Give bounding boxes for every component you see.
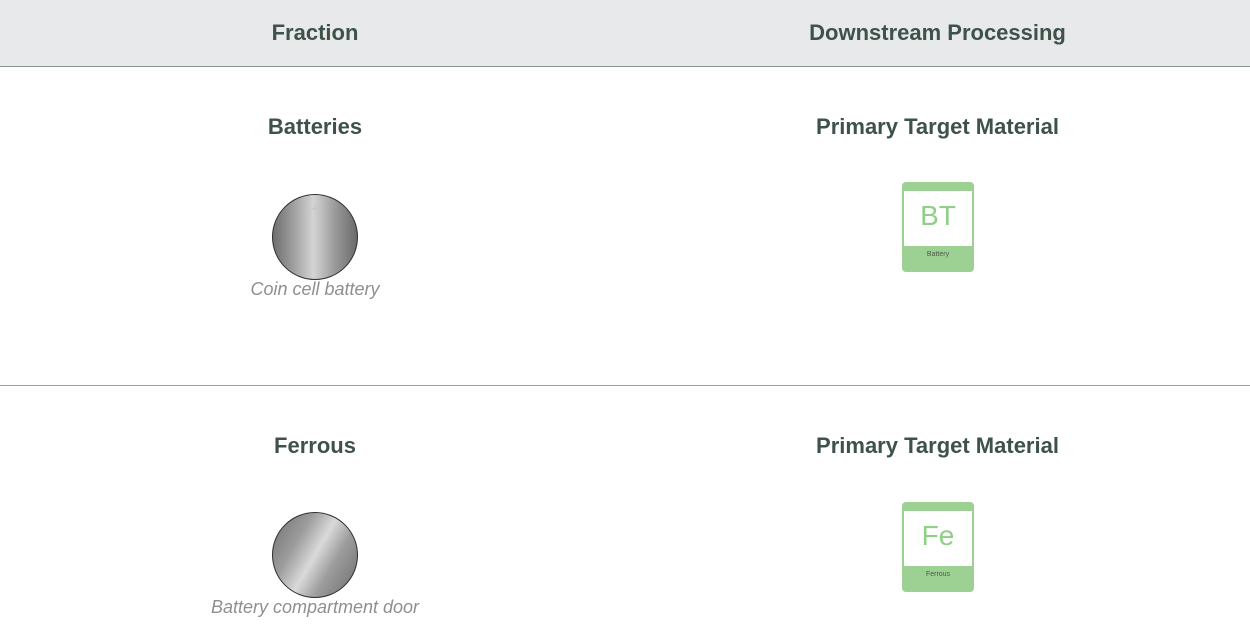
fraction-name: Ferrous [274, 433, 356, 458]
fraction-table: Fraction Downstream Processing Batteries… [0, 0, 1250, 633]
material-symbol: BT [920, 200, 956, 231]
fraction-name: Batteries [267, 114, 363, 139]
table-row: Batteries + Coin cell battery Primary Ta… [0, 67, 1250, 386]
table-row: Ferrous Battery compartment door Primary… [0, 386, 1250, 633]
material-label: Battery [926, 251, 950, 258]
material-symbol: Fe [921, 520, 955, 551]
material-label: Ferrous [925, 571, 951, 578]
column-header-fraction: Fraction [271, 20, 359, 45]
plus-mark: + [309, 201, 321, 217]
tile-inner: BT [904, 191, 972, 246]
column-header-downstream-processing: Downstream Processing [809, 20, 1066, 45]
processing-label: Primary Target Material [816, 114, 1059, 139]
coin-cell-battery-icon: + [272, 194, 358, 280]
item-caption: Battery compartment door [210, 597, 420, 617]
tile-inner: Fe [904, 511, 972, 566]
processing-label: Primary Target Material [816, 433, 1059, 458]
material-tile-battery: BT Battery [902, 182, 974, 272]
material-tile-ferrous: Fe Ferrous [902, 502, 974, 592]
item-caption: Coin cell battery [250, 279, 380, 299]
metal-disc-icon [272, 512, 358, 598]
table-header: Fraction Downstream Processing [0, 0, 1250, 67]
